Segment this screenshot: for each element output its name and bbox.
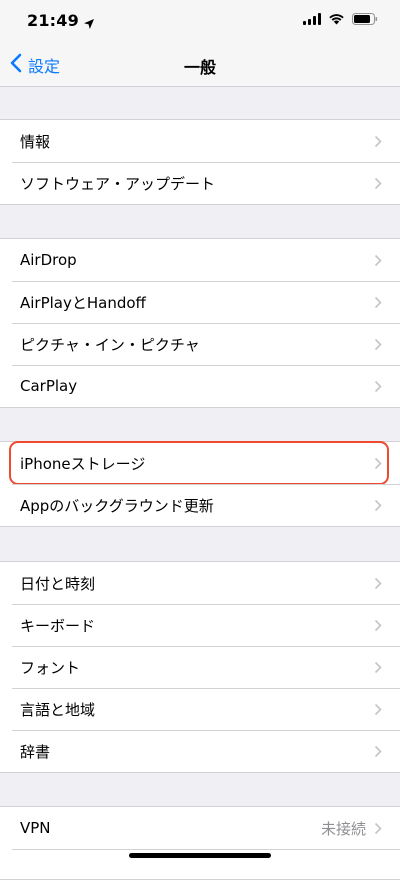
row-airdrop[interactable]: AirDrop (0, 239, 400, 281)
row-keyboard[interactable]: キーボード (0, 604, 400, 646)
row-label: AirPlayとHandoff (20, 293, 146, 312)
row-label: AirDrop (20, 251, 77, 269)
chevron-right-icon (374, 380, 382, 393)
settings-list: 情報 ソフトウェア・アップデート AirDrop AirPlayとHandoff… (0, 86, 400, 880)
cellular-signal-icon (303, 13, 321, 25)
row-label: VPN (20, 819, 51, 837)
location-arrow-icon (83, 15, 95, 29)
chevron-right-icon (374, 619, 382, 632)
group-storage: iPhoneストレージ Appのバックグラウンド更新 (0, 441, 400, 527)
row-carplay[interactable]: CarPlay (0, 365, 400, 407)
group-vpn: VPN 未接続 (0, 806, 400, 880)
row-label: 日付と時刻 (20, 574, 96, 593)
home-indicator[interactable] (129, 853, 271, 858)
row-fonts[interactable]: フォント (0, 646, 400, 688)
row-software-update[interactable]: ソフトウェア・アップデート (0, 162, 400, 204)
group-about: 情報 ソフトウェア・アップデート (0, 119, 400, 205)
chevron-right-icon (374, 177, 382, 190)
row-label: iPhoneストレージ (20, 454, 146, 473)
group-locale: 日付と時刻 キーボード フォント 言語と地域 辞書 (0, 561, 400, 773)
vpn-status-value: 未接続 (320, 819, 366, 838)
row-vpn[interactable]: VPN 未接続 (0, 807, 400, 849)
wifi-icon (328, 13, 345, 25)
row-label: ソフトウェア・アップデート (20, 174, 216, 193)
row-dictionary[interactable]: 辞書 (0, 730, 400, 772)
row-about[interactable]: 情報 (0, 120, 400, 162)
status-indicators (303, 13, 378, 25)
row-label: 情報 (20, 132, 51, 151)
status-time-text: 21:49 (27, 11, 79, 30)
row-label: キーボード (20, 616, 96, 635)
row-iphone-storage[interactable]: iPhoneストレージ (0, 441, 400, 485)
row-background-app-refresh[interactable]: Appのバックグラウンド更新 (0, 484, 400, 526)
chevron-right-icon (374, 296, 382, 309)
row-airplay-handoff[interactable]: AirPlayとHandoff (0, 281, 400, 323)
chevron-right-icon (374, 661, 382, 674)
chevron-right-icon (374, 457, 382, 470)
chevron-right-icon (374, 499, 382, 512)
status-time: 21:49 (27, 11, 95, 30)
row-label: 言語と地域 (20, 700, 96, 719)
status-bar: 21:49 (0, 0, 400, 44)
row-picture-in-picture[interactable]: ピクチャ・イン・ピクチャ (0, 323, 400, 365)
navigation-bar: 設定 一般 (0, 44, 400, 87)
group-connectivity: AirDrop AirPlayとHandoff ピクチャ・イン・ピクチャ Car… (0, 238, 400, 408)
chevron-right-icon (374, 338, 382, 351)
chevron-right-icon (374, 745, 382, 758)
chevron-right-icon (374, 577, 382, 590)
row-label: ピクチャ・イン・ピクチャ (20, 335, 200, 354)
row-label: Appのバックグラウンド更新 (20, 496, 214, 515)
row-language-region[interactable]: 言語と地域 (0, 688, 400, 730)
row-label: 辞書 (20, 742, 51, 761)
battery-icon (352, 13, 378, 25)
page-title: 一般 (183, 58, 216, 77)
chevron-right-icon (374, 822, 382, 835)
chevron-right-icon (374, 135, 382, 148)
row-label: フォント (20, 658, 81, 677)
row-date-time[interactable]: 日付と時刻 (0, 562, 400, 604)
chevron-right-icon (374, 254, 382, 267)
row-label: CarPlay (20, 377, 78, 395)
chevron-right-icon (374, 703, 382, 716)
